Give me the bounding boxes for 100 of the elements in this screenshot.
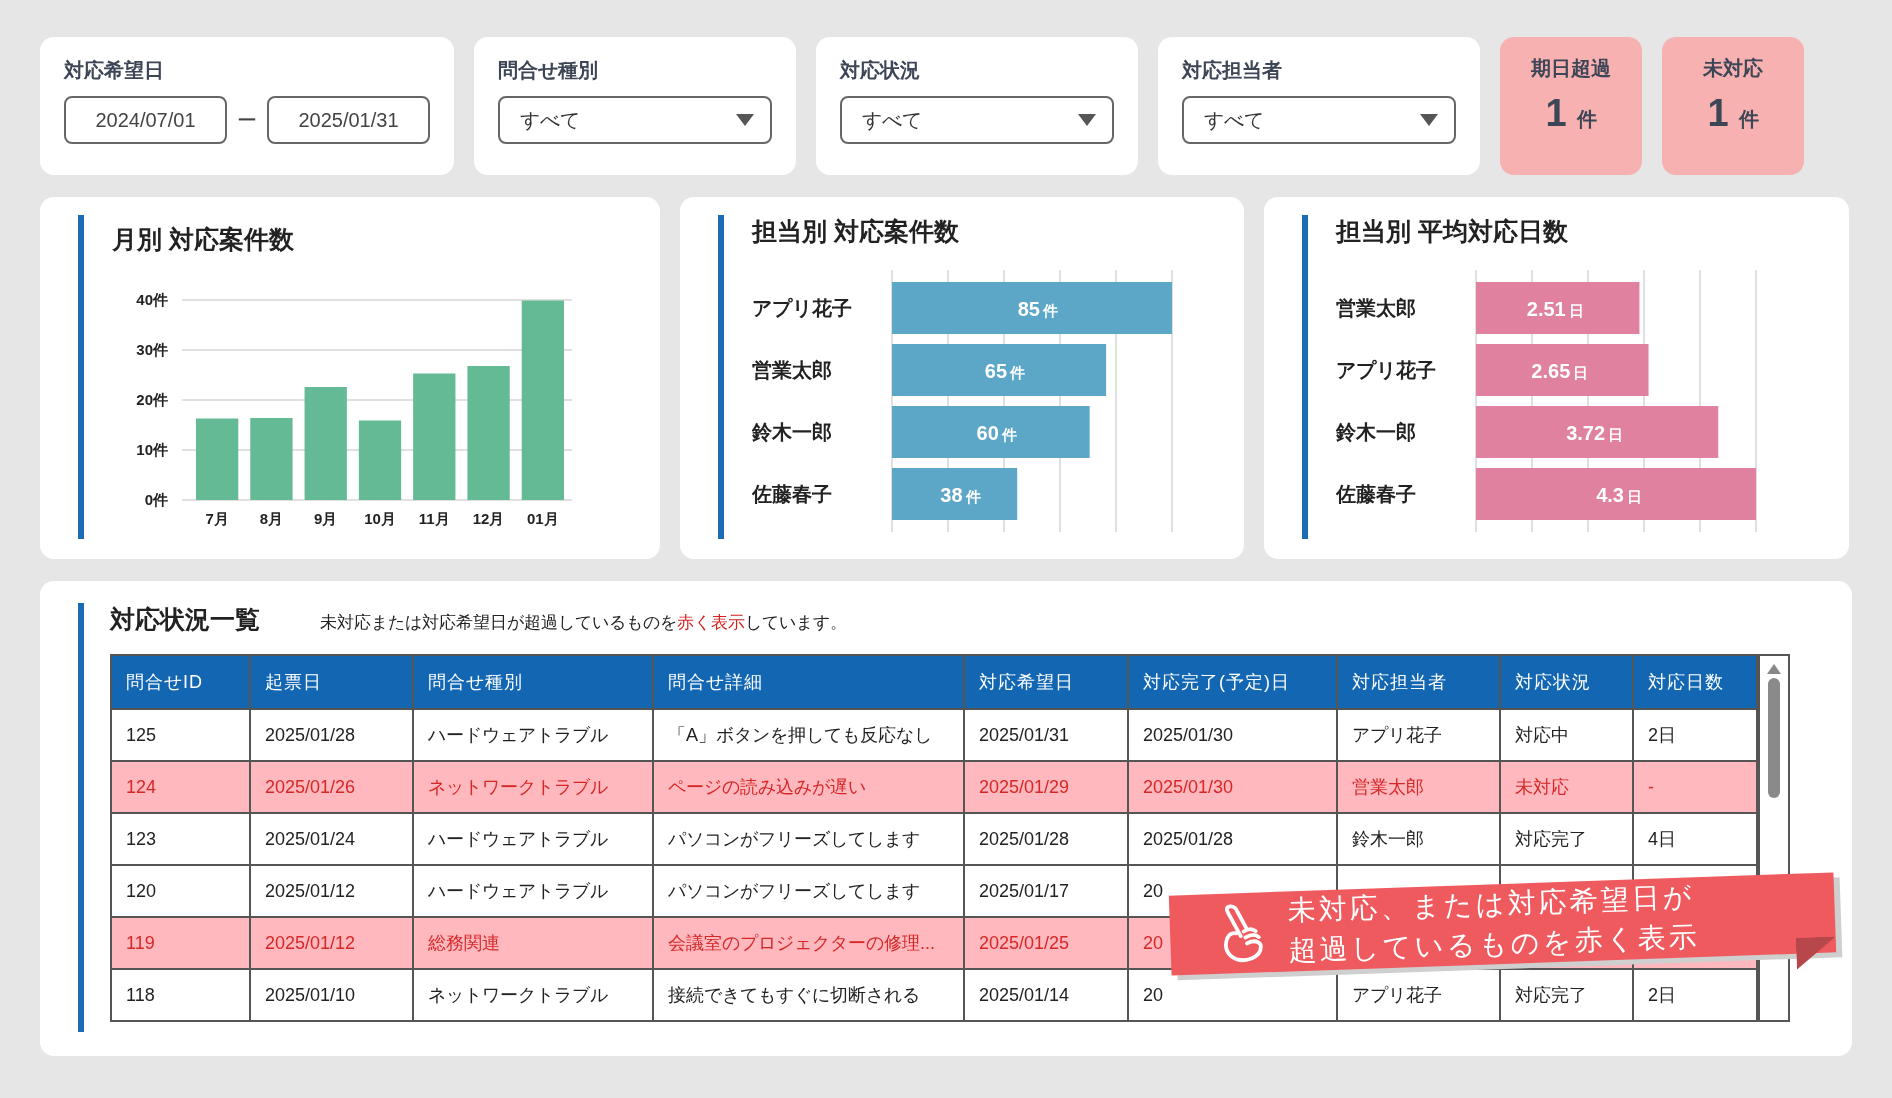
table-cell: 120 bbox=[126, 880, 157, 901]
axis-label: 8月 bbox=[259, 510, 284, 527]
caret-icon bbox=[1420, 114, 1438, 126]
axis-label: 01月 bbox=[527, 510, 559, 527]
counter-number: 1 bbox=[1707, 92, 1729, 135]
table-cell: 20 bbox=[1143, 932, 1164, 953]
table-cell: 2025/01/17 bbox=[979, 880, 1070, 901]
table-cell: 「A」ボタンを押しても反応なし bbox=[668, 725, 932, 745]
table-cell: 2025/01/28 bbox=[979, 828, 1070, 849]
filter-label: 対応担当者 bbox=[1182, 58, 1283, 83]
table-cell: 2025/01/24 bbox=[265, 828, 356, 849]
category-label: アプリ花子 bbox=[752, 297, 852, 319]
table-cell: 対応完了 bbox=[1515, 985, 1587, 1005]
table-cell: ページの読み込みが遅い bbox=[668, 777, 866, 797]
counter-number: 1 bbox=[1545, 92, 1567, 135]
counter-unit: 件 bbox=[1738, 107, 1759, 132]
table-cell: ネットワークトラブル bbox=[428, 777, 608, 797]
table-title: 対応状況一覧 bbox=[110, 604, 260, 635]
axis-label: 30件 bbox=[136, 341, 168, 358]
axis-label: 10件 bbox=[136, 441, 168, 458]
table-cell: 対応中 bbox=[1515, 725, 1569, 745]
table-cell: パソコンがフリーズしてします bbox=[668, 829, 920, 849]
counter-label: 期日超過 bbox=[1531, 56, 1611, 81]
value-label: 60 bbox=[976, 422, 999, 444]
table-cell: 119 bbox=[126, 932, 155, 953]
table-cell: 鈴木一郎 bbox=[1352, 829, 1424, 849]
table-cell: 20 bbox=[1143, 984, 1164, 1005]
category-label: 鈴木一郎 bbox=[752, 421, 832, 443]
value-label: 65 bbox=[984, 360, 1008, 382]
value-label: 3.72 bbox=[1566, 422, 1606, 444]
scroll-thumb[interactable] bbox=[1768, 678, 1780, 798]
axis-label: 40件 bbox=[136, 291, 168, 308]
chart-title: 月別 対応案件数 bbox=[112, 224, 295, 255]
table-cell: 125 bbox=[126, 724, 157, 745]
column-header: 対応日数 bbox=[1633, 656, 1757, 709]
table-cell: 2025/01/31 bbox=[979, 724, 1070, 745]
category-label: 鈴木一郎 bbox=[1336, 421, 1416, 443]
table-cell: ネットワークトラブル bbox=[428, 985, 608, 1005]
table-cell: 2025/01/26 bbox=[265, 776, 356, 797]
select-dropdown[interactable]: すべて bbox=[1182, 96, 1456, 144]
unit-label: 件 bbox=[1043, 302, 1058, 319]
table-cell: アプリ花子 bbox=[1352, 725, 1442, 745]
table-cell: 2025/01/28 bbox=[1143, 828, 1234, 849]
table-cell: 2025/01/29 bbox=[979, 776, 1070, 797]
table-cell: 総務関連 bbox=[428, 933, 500, 953]
column-header: 問合せID bbox=[112, 656, 250, 709]
date-field[interactable]: 2025/01/31 bbox=[267, 96, 430, 144]
select-dropdown[interactable]: すべて bbox=[498, 96, 772, 144]
axis-label: 10月 bbox=[364, 510, 396, 527]
filter-label: 対応状況 bbox=[840, 58, 921, 83]
value-label: 85 bbox=[1017, 298, 1040, 320]
category-label: 営業太郎 bbox=[752, 359, 832, 381]
unit-label: 日 bbox=[1568, 302, 1584, 319]
select-dropdown[interactable]: すべて bbox=[840, 96, 1114, 144]
axis-label: 7月 bbox=[205, 510, 229, 527]
table-cell: ハードウェアトラブル bbox=[428, 881, 608, 901]
ribbon-fold bbox=[1795, 936, 1837, 970]
table-cell: - bbox=[1648, 776, 1654, 797]
filter-label: 対応希望日 bbox=[64, 58, 165, 83]
unit-label: 件 bbox=[1001, 426, 1017, 443]
range-separator: ー bbox=[237, 107, 257, 133]
column-header: 対応希望日 bbox=[964, 656, 1128, 709]
axis-label: 20件 bbox=[136, 391, 168, 408]
table-cell: 2025/01/12 bbox=[265, 880, 356, 901]
table-cell: ハードウェアトラブル bbox=[428, 829, 608, 849]
table-cell: 対応完了 bbox=[1515, 829, 1587, 849]
column-header: 問合せ詳細 bbox=[653, 656, 964, 709]
table-cell: 2025/01/14 bbox=[979, 984, 1070, 1005]
table-cell: 124 bbox=[126, 776, 157, 797]
table-cell: 2日 bbox=[1648, 985, 1676, 1005]
table-cell: 2025/01/25 bbox=[979, 932, 1070, 953]
table-cell: 123 bbox=[126, 828, 157, 849]
category-label: 佐藤春子 bbox=[752, 483, 832, 505]
unit-label: 件 bbox=[1010, 364, 1026, 381]
table-cell: 20 bbox=[1143, 880, 1164, 901]
table-cell: 会議室のプロジェクターの修理... bbox=[668, 933, 935, 953]
value-label: 2.51 bbox=[1526, 298, 1566, 320]
table-cell: アプリ花子 bbox=[1352, 985, 1442, 1005]
table-cell: 接続できてもすぐに切断される bbox=[668, 985, 920, 1005]
value-label: 38 bbox=[940, 484, 963, 506]
filter-label: 問合せ種別 bbox=[498, 58, 599, 83]
table-cell: パソコンがフリーズしてします bbox=[668, 881, 920, 901]
table-cell: ハードウェアトラブル bbox=[428, 725, 608, 745]
table-cell: 2025/01/28 bbox=[265, 724, 356, 745]
scroll-up-icon bbox=[1767, 664, 1781, 674]
date-field[interactable]: 2024/07/01 bbox=[64, 96, 227, 144]
table-cell: 2025/01/10 bbox=[265, 984, 356, 1005]
table-cell: 未対応 bbox=[1515, 777, 1569, 797]
caret-icon bbox=[1078, 114, 1096, 126]
chart-title: 担当別 対応案件数 bbox=[752, 216, 960, 247]
table-cell: 118 bbox=[126, 984, 155, 1005]
chart-title: 担当別 平均対応日数 bbox=[1336, 216, 1569, 247]
axis-label: 0件 bbox=[144, 491, 168, 508]
counter-label: 未対応 bbox=[1703, 56, 1763, 81]
table-cell: 4日 bbox=[1648, 829, 1676, 849]
table-cell: 2025/01/30 bbox=[1143, 776, 1234, 797]
unit-label: 日 bbox=[1608, 426, 1624, 443]
column-header: 対応状況 bbox=[1500, 656, 1633, 709]
value-label: 2.65 bbox=[1531, 360, 1571, 382]
column-header: 対応担当者 bbox=[1337, 656, 1500, 709]
